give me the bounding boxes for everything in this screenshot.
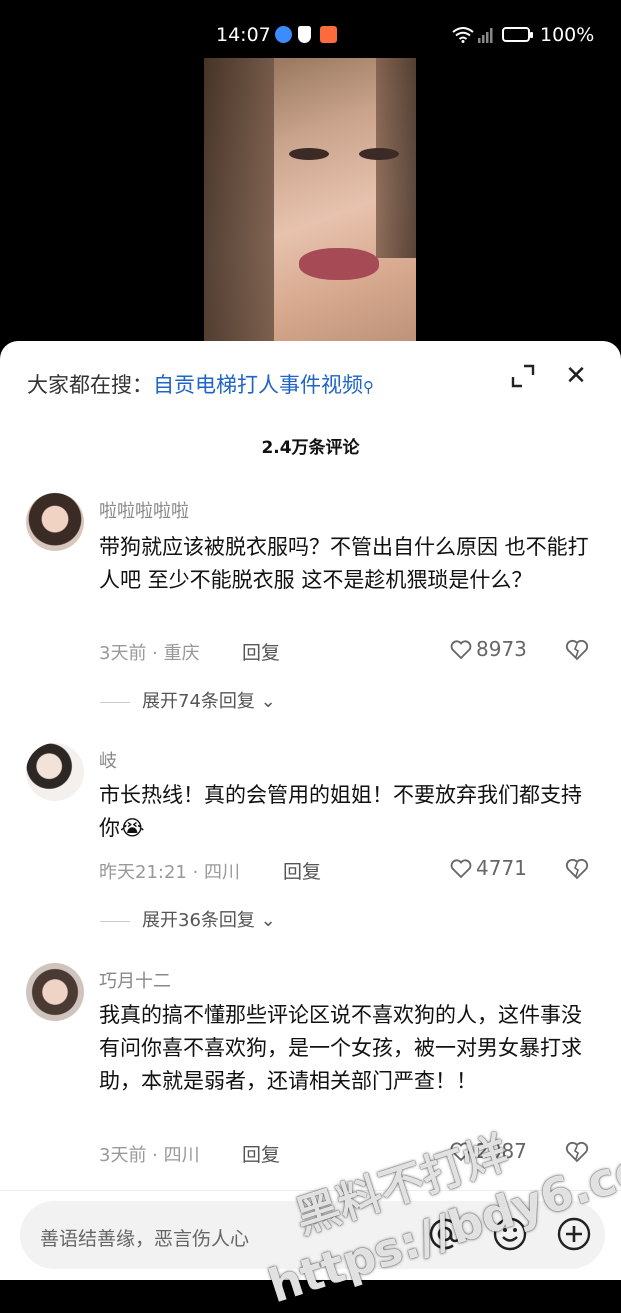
comment-username[interactable]: 啦啦啦啦啦: [99, 497, 189, 523]
comment-text: 我真的搞不懂那些评论区说不喜欢狗的人，这件事没有问你喜不喜欢狗，是一个女孩，被一…: [99, 1003, 582, 1093]
dislike-icon[interactable]: [565, 639, 589, 661]
trending-search-prefix: 大家都在搜：: [27, 373, 153, 397]
status-time: 14:07: [216, 24, 271, 46]
avatar[interactable]: [26, 963, 84, 1021]
chevron-down-icon: ⌄: [254, 691, 276, 712]
comment-text: 市长热线！真的会管用的姐姐！不要放弃我们都支持你😭: [99, 783, 582, 840]
battery-icon: [502, 27, 533, 42]
avatar[interactable]: [26, 493, 84, 551]
like-button[interactable]: 4771: [450, 856, 527, 880]
battery-percent: 100%: [540, 24, 595, 46]
search-icon: ⚲: [363, 378, 374, 396]
status-bar: 14:07 100%: [0, 0, 621, 58]
comment-username[interactable]: 岐: [99, 747, 117, 773]
like-count: 4771: [476, 856, 527, 880]
wifi-icon: [452, 27, 474, 43]
shield-icon: [298, 26, 311, 43]
fullscreen-icon[interactable]: [510, 363, 536, 389]
heart-icon: [450, 640, 472, 660]
reply-button[interactable]: 回复: [283, 857, 321, 884]
chevron-down-icon: ⌄: [254, 910, 276, 931]
expand-replies[interactable]: 展开36条回复 ⌄: [100, 906, 276, 932]
browser-icon: [275, 26, 292, 43]
comment-input[interactable]: 善语结善缘，恶言伤人心: [40, 1224, 249, 1251]
like-count: 8973: [476, 637, 527, 661]
close-icon[interactable]: ✕: [562, 362, 590, 390]
trending-search[interactable]: 大家都在搜：自贡电梯打人事件视频⚲: [27, 369, 374, 399]
avatar[interactable]: [26, 743, 84, 801]
heart-icon: [450, 859, 472, 879]
comments-sheet: 大家都在搜：自贡电梯打人事件视频⚲ ✕ 2.4万条评论 啦啦啦啦啦 带狗就应该被…: [0, 341, 621, 1280]
comment-meta: 3天前 · 四川: [99, 1145, 200, 1166]
reply-button[interactable]: 回复: [242, 1140, 280, 1167]
comment-meta: 3天前 · 重庆: [99, 643, 200, 664]
dislike-icon[interactable]: [565, 858, 589, 880]
app-notification-icon: [320, 26, 337, 43]
expand-replies[interactable]: 展开74条回复 ⌄: [100, 687, 276, 713]
like-button[interactable]: 8973: [450, 637, 527, 661]
trending-search-query[interactable]: 自贡电梯打人事件视频: [153, 373, 363, 397]
reply-button[interactable]: 回复: [242, 638, 280, 665]
signal-icon: [478, 28, 493, 43]
video-player[interactable]: [204, 58, 416, 353]
comments-count: 2.4万条评论: [261, 438, 360, 458]
comment-username[interactable]: 巧月十二: [99, 967, 171, 993]
comment-text: 带狗就应该被脱衣服吗？不管出自什么原因 也不能打人吧 至少不能脱衣服 这不是趁机…: [99, 535, 589, 592]
comment-meta: 昨天21:21 · 四川: [99, 862, 241, 883]
